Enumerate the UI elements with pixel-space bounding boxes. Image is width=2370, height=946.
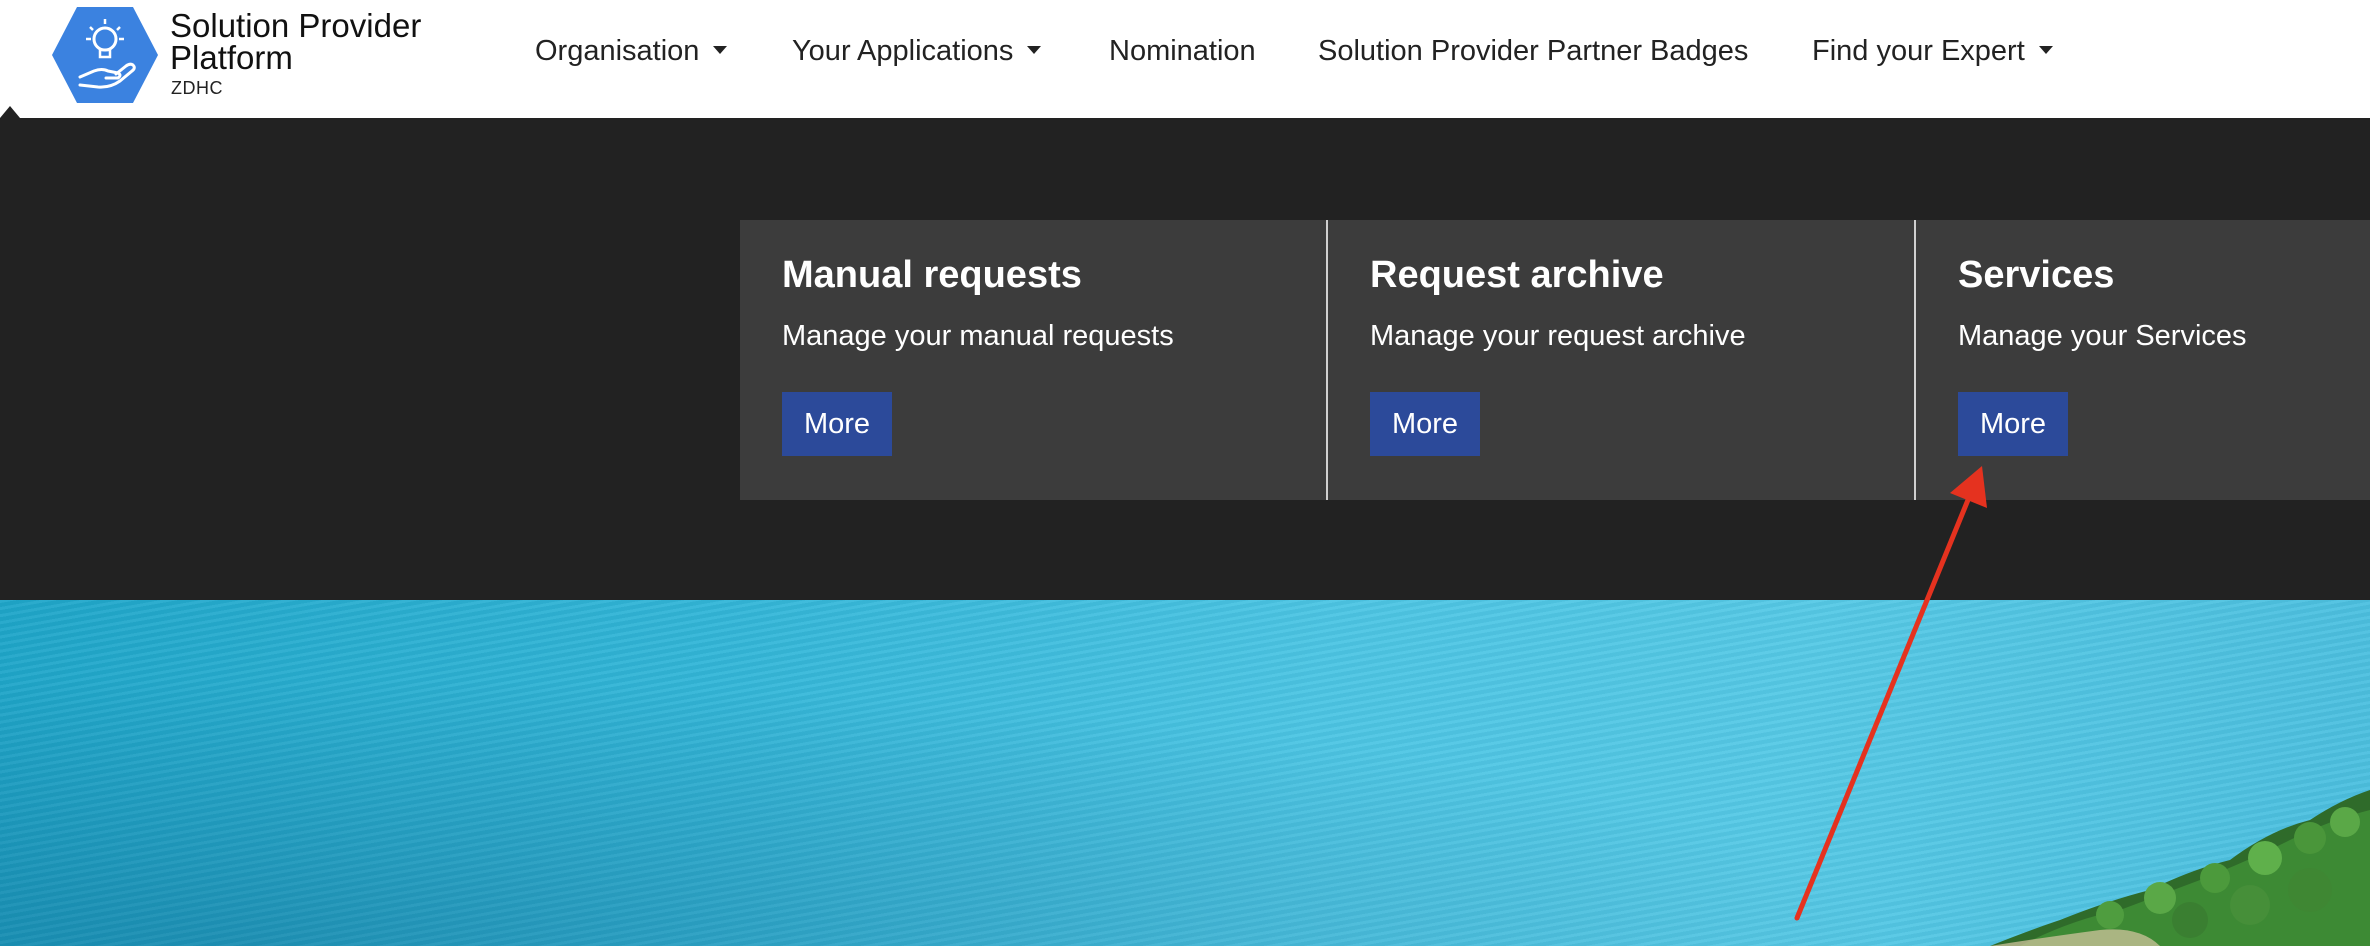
brand-subtitle: ZDHC (171, 78, 223, 98)
more-button[interactable]: More (782, 392, 892, 456)
caret-down-icon (2038, 46, 2053, 55)
page: Solution Provider Platform ZDHC Organisa… (0, 0, 2370, 946)
card-services: Services Manage your Services More (1916, 220, 2370, 500)
card-title: Manual requests (782, 254, 1082, 296)
lightbulb-hand-icon[interactable] (50, 5, 160, 105)
card-title: Services (1958, 254, 2115, 296)
nav-item-label: Find your Expert (1812, 35, 2025, 67)
card-description: Manage your manual requests (782, 320, 1174, 352)
caret-down-icon (1027, 46, 1042, 55)
card-description: Manage your Services (1958, 320, 2247, 352)
caret-down-icon (713, 46, 728, 55)
card-description: Manage your request archive (1370, 320, 1746, 352)
nav-item-label: Organisation (535, 35, 700, 67)
nav-item-label: Solution Provider Partner Badges (1318, 35, 1749, 67)
more-button[interactable]: More (1370, 392, 1480, 456)
nav-item-nomination[interactable]: Nomination (1109, 35, 1256, 68)
top-navbar: Solution Provider Platform ZDHC Organisa… (0, 0, 2370, 119)
card-manual-requests: Manual requests Manage your manual reque… (740, 220, 1326, 500)
nav-item-label: Nomination (1109, 35, 1256, 67)
nav-item-your-applications[interactable]: Your Applications (792, 35, 1042, 68)
nav-item-find-your-expert[interactable]: Find your Expert (1812, 35, 2053, 68)
card-request-archive: Request archive Manage your request arch… (1328, 220, 1914, 500)
nav-item-partner-badges[interactable]: Solution Provider Partner Badges (1318, 35, 1748, 68)
dropdown-pointer (0, 106, 20, 118)
hero-image-foliage (1990, 790, 2370, 946)
nav-item-organisation[interactable]: Organisation (535, 35, 728, 68)
nav-item-label: Your Applications (792, 35, 1014, 67)
card-title: Request archive (1370, 254, 1664, 296)
services-more-button[interactable]: More (1958, 392, 2068, 456)
brand-title[interactable]: Solution Provider Platform (170, 9, 470, 74)
